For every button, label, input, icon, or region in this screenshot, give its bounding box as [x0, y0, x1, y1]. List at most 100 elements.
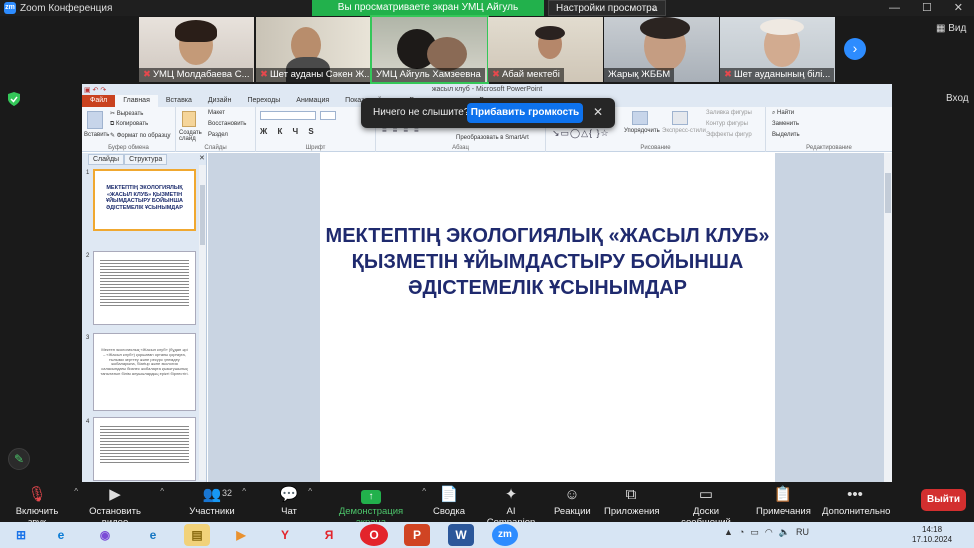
current-slide[interactable]: МЕКТЕПТІҢ ЭКОЛОГИЯЛЫҚ «ЖАСЫЛ КЛУБ» ҚЫЗМЕ…: [320, 153, 775, 482]
paste-icon[interactable]: [87, 111, 103, 129]
word-icon[interactable]: W: [448, 524, 474, 546]
volume-icon[interactable]: 🔈: [779, 527, 790, 538]
participants-button[interactable]: 👥 32 Участники ^: [188, 484, 246, 517]
explorer-icon[interactable]: ▤: [184, 524, 210, 546]
ppt-tab-insert[interactable]: Вставка: [158, 95, 200, 107]
slide-scrollbar[interactable]: [884, 153, 892, 482]
ppt-tab-transitions[interactable]: Переходы: [239, 95, 288, 107]
pane-tabs: Слайды Структура: [88, 154, 168, 165]
smartart-button[interactable]: Преобразовать в SmartArt: [456, 135, 529, 141]
thumbnail-text-lines: [100, 426, 189, 465]
reset-button[interactable]: Восстановить: [208, 121, 246, 127]
reactions-button[interactable]: ☺ Реакции: [554, 484, 591, 517]
ie-icon[interactable]: e: [140, 524, 166, 546]
font-style-buttons[interactable]: Ж К Ч S: [260, 127, 318, 136]
cut-button[interactable]: ✂ Вырезать: [110, 110, 143, 117]
arrange-icon[interactable]: [632, 111, 648, 125]
view-button[interactable]: ▦ Вид: [936, 23, 966, 34]
wifi-icon[interactable]: ◠: [765, 527, 773, 538]
shapes-gallery[interactable]: ↘▭◯△{ }☆: [552, 128, 610, 139]
participant-tile[interactable]: Жарық ЖББМ: [604, 17, 719, 82]
participant-tile[interactable]: ✖ Абай мектебі: [488, 17, 603, 82]
scissors-icon: ✂: [110, 111, 117, 117]
ppt-tab-file[interactable]: Файл: [82, 95, 116, 107]
network-icon[interactable]: ◔: [739, 527, 744, 538]
opera-icon[interactable]: O: [360, 524, 388, 546]
new-slide-icon[interactable]: [182, 111, 196, 127]
participant-tile[interactable]: ✖ Шет ауданы Сәкен Ж...: [256, 17, 371, 82]
shape-effects-button[interactable]: Эффекты фигур: [706, 132, 752, 138]
thumbnail-text: Мектеп экологиялық «Жасыл клуб» (бұдан ә…: [100, 347, 189, 376]
tray-icon[interactable]: ▲: [724, 527, 733, 538]
chevron-up-icon[interactable]: ^: [422, 487, 426, 496]
apps-button[interactable]: ⧉ Приложения: [604, 484, 660, 517]
chat-button[interactable]: 💬 Чат ^: [276, 484, 312, 517]
notes-button[interactable]: 📋 Примечания: [756, 484, 811, 517]
clock[interactable]: 14:18 17.10.2024: [912, 525, 952, 545]
summary-button[interactable]: 📄 Сводка: [432, 484, 466, 517]
media-player-icon[interactable]: ▶: [228, 524, 254, 546]
slide-thumbnail[interactable]: [93, 251, 196, 325]
pane-tab-outline[interactable]: Структура: [124, 154, 168, 165]
close-icon[interactable]: ✕: [199, 154, 205, 162]
chevron-up-icon[interactable]: ^: [160, 487, 164, 496]
shield-icon[interactable]: [8, 92, 20, 106]
edge-icon[interactable]: e: [48, 524, 74, 546]
slide-thumbnail[interactable]: МЕКТЕПТІҢ ЭКОЛОГИЯЛЫҚ «ЖАСЫЛ КЛУБ» ҚЫЗМЕ…: [93, 169, 196, 231]
start-icon[interactable]: ⊞: [8, 524, 34, 546]
slide-thumbnail[interactable]: [93, 417, 196, 481]
yandex-icon[interactable]: Я: [316, 524, 342, 546]
new-slide-button[interactable]: Создать слайд: [179, 130, 203, 142]
participant-tile-active[interactable]: УМЦ Айгуль Хамзеевна: [370, 15, 489, 84]
chevron-up-icon[interactable]: ^: [242, 487, 246, 496]
shape-fill-button[interactable]: Заливка фигуры: [706, 110, 752, 116]
mic-muted-icon: ✖: [724, 69, 732, 80]
arrange-button[interactable]: Упорядочить: [624, 128, 660, 134]
increase-volume-button[interactable]: Прибавить громкость: [467, 103, 583, 123]
participant-tile[interactable]: ✖ УМЦ Молдабаева С...: [139, 17, 254, 82]
participant-tile[interactable]: ✖ Шет ауданының білі...: [720, 17, 835, 82]
close-icon[interactable]: ✕: [954, 0, 963, 16]
leave-button[interactable]: Выйти: [921, 489, 966, 511]
chevron-up-icon[interactable]: ^: [308, 487, 312, 496]
ppt-tab-design[interactable]: Дизайн: [200, 95, 240, 107]
quick-styles-icon[interactable]: [672, 111, 688, 125]
view-label-secondary: Вход: [946, 93, 969, 104]
summary-label: Сводка: [432, 506, 466, 517]
battery-icon[interactable]: ▭: [750, 527, 759, 538]
section-button[interactable]: Раздел: [208, 132, 228, 138]
format-painter-button[interactable]: ✎ Формат по образцу: [110, 132, 171, 139]
copy-button[interactable]: ⧉ Копировать: [110, 121, 148, 128]
maximize-icon[interactable]: ☐: [922, 0, 932, 16]
mic-muted-icon: ✖: [260, 69, 268, 80]
find-button[interactable]: ⌕ Найти: [772, 110, 794, 117]
drawing-group-label: Рисование: [640, 145, 671, 151]
more-label: Дополнительно: [822, 506, 891, 517]
participant-name: Жарық ЖББМ: [608, 69, 671, 80]
ppt-tab-home[interactable]: Главная: [115, 95, 158, 107]
quick-styles-button[interactable]: Экспресс-стили: [662, 128, 706, 134]
sparkle-icon: ✦: [504, 486, 518, 503]
ppt-tab-animation[interactable]: Анимация: [288, 95, 337, 107]
powerpoint-icon[interactable]: P: [404, 524, 430, 546]
shape-outline-button[interactable]: Контур фигуры: [706, 121, 748, 127]
assistant-icon[interactable]: ◉: [92, 524, 118, 546]
language-icon[interactable]: RU: [796, 527, 809, 538]
close-icon[interactable]: ✕: [593, 105, 603, 119]
paste-button[interactable]: Вставить: [84, 132, 109, 138]
minimize-icon[interactable]: —: [889, 0, 900, 16]
next-page-button[interactable]: ›: [844, 38, 866, 60]
pane-tab-slides[interactable]: Слайды: [88, 154, 125, 165]
font-family-select[interactable]: [260, 111, 316, 120]
select-button[interactable]: Выделить: [772, 132, 800, 138]
font-size-select[interactable]: [320, 111, 336, 120]
layout-button[interactable]: Макет: [208, 110, 225, 116]
view-settings-button[interactable]: Настройки просмотра ⌄: [548, 0, 666, 16]
zoom-icon[interactable]: zm: [492, 524, 518, 546]
replace-button[interactable]: Заменить: [772, 121, 799, 127]
pane-scrollbar[interactable]: [199, 165, 206, 480]
more-button[interactable]: ••• Дополнительно: [822, 484, 891, 517]
slide-thumbnail[interactable]: Мектеп экологиялық «Жасыл клуб» (бұдан ә…: [93, 333, 196, 411]
yandex-browser-icon[interactable]: Y: [272, 524, 298, 546]
annotate-pencil-icon[interactable]: ✎: [8, 448, 30, 470]
